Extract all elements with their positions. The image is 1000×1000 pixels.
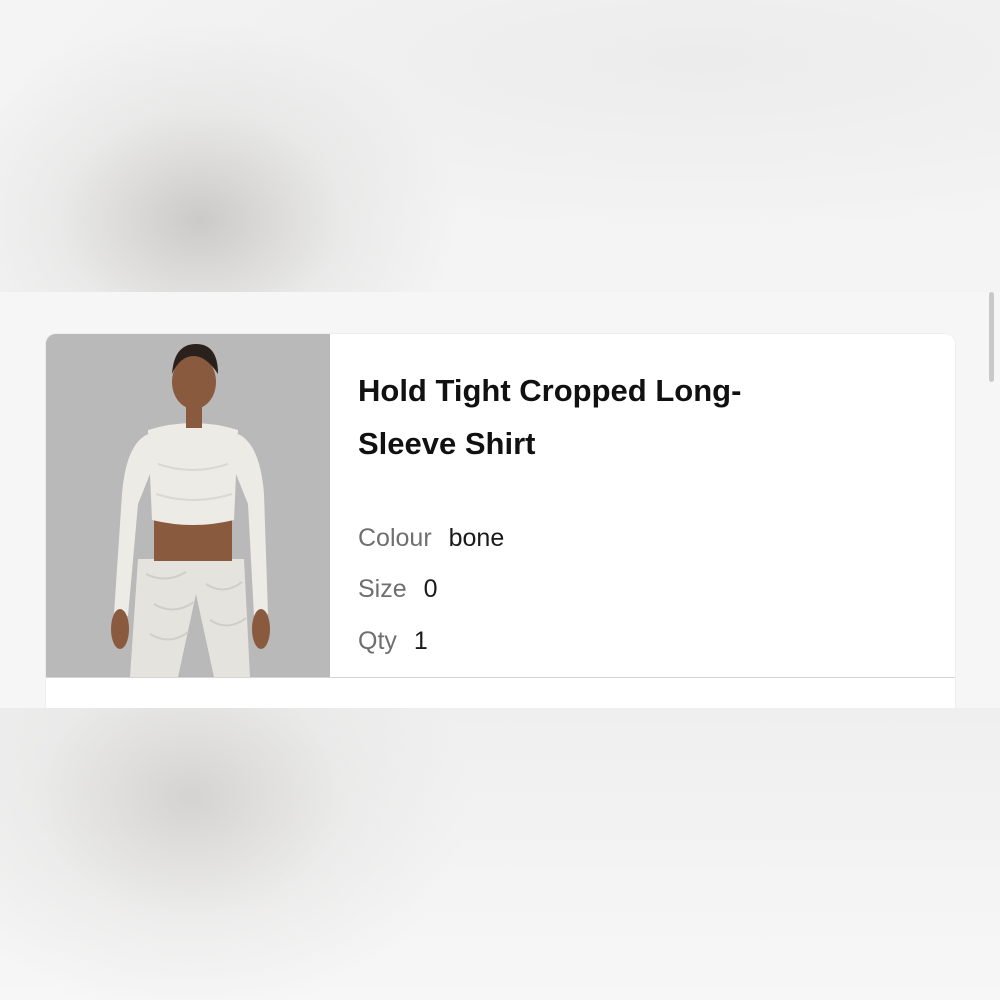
cart-item-screenshot: Hold Tight Cropped Long-Sleeve Shirt Col…	[0, 292, 1000, 708]
colour-label: Colour	[358, 524, 432, 552]
product-title[interactable]: Hold Tight Cropped Long-Sleeve Shirt	[358, 364, 818, 470]
product-details: Hold Tight Cropped Long-Sleeve Shirt Col…	[358, 364, 918, 655]
size-value: 0	[423, 575, 438, 603]
product-image[interactable]	[46, 334, 330, 677]
divider	[46, 677, 955, 678]
colour-value: bone	[448, 524, 505, 552]
right-hand	[252, 609, 270, 649]
model-photo	[46, 334, 330, 677]
size-label: Size	[358, 575, 407, 603]
blurred-backdrop-bottom	[0, 708, 1000, 1000]
cart-item-card[interactable]: Hold Tight Cropped Long-Sleeve Shirt Col…	[46, 334, 955, 708]
qty-value: 1	[413, 627, 428, 655]
cropped-shirt	[148, 423, 238, 525]
qty-row: Qty 1	[358, 627, 428, 656]
blurred-backdrop-top	[0, 0, 1000, 292]
left-hand	[111, 609, 129, 649]
colour-row: Colour bone	[358, 524, 504, 553]
scrollbar[interactable]	[989, 292, 994, 382]
size-row: Size 0	[358, 575, 438, 604]
qty-label: Qty	[358, 627, 397, 655]
